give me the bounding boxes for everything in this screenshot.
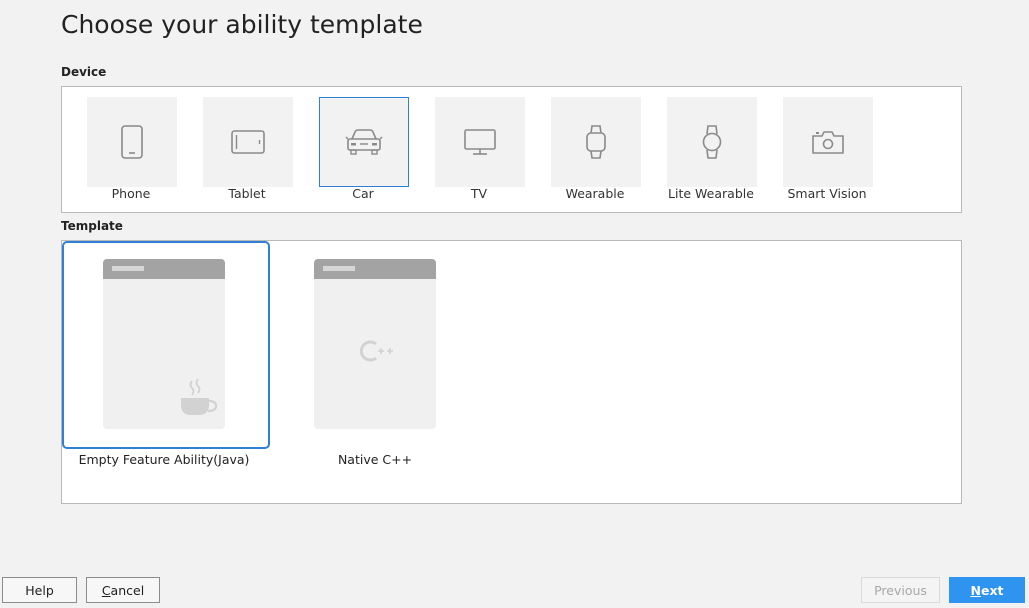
phone-icon bbox=[121, 125, 143, 159]
preview-title-bar bbox=[103, 259, 225, 279]
template-label-java: Empty Feature Ability(Java) bbox=[78, 452, 250, 467]
device-tile-tablet[interactable] bbox=[203, 97, 293, 187]
device-tile-smart-vision[interactable] bbox=[783, 97, 873, 187]
round-watch-icon bbox=[702, 125, 722, 159]
cancel-mnemonic: C bbox=[101, 582, 111, 598]
next-button-label: ext bbox=[980, 582, 1004, 598]
tv-icon bbox=[464, 129, 496, 155]
template-preview-java bbox=[103, 259, 225, 429]
page-title: Choose your ability template bbox=[61, 10, 423, 39]
device-tile-phone[interactable] bbox=[87, 97, 177, 187]
camera-icon bbox=[812, 131, 844, 154]
template-section-label: Template bbox=[61, 219, 123, 233]
smartwatch-icon bbox=[586, 125, 606, 159]
previous-button[interactable]: Previous bbox=[861, 577, 940, 603]
tablet-icon bbox=[231, 130, 265, 154]
coffee-cup-icon bbox=[181, 378, 218, 415]
cancel-button[interactable]: Cancel bbox=[86, 577, 160, 603]
help-button[interactable]: Help bbox=[2, 577, 77, 603]
car-icon bbox=[345, 129, 383, 155]
preview-title-bar bbox=[314, 259, 436, 279]
template-panel: Empty Feature Ability(Java) Native C++ bbox=[61, 240, 962, 504]
cancel-button-label: ancel bbox=[110, 582, 145, 598]
help-button-label: Help bbox=[25, 582, 54, 598]
device-label-smart-vision: Smart Vision bbox=[787, 186, 867, 201]
device-section-label: Device bbox=[61, 65, 107, 79]
template-card-java[interactable] bbox=[62, 241, 270, 449]
next-mnemonic: N bbox=[970, 582, 981, 598]
template-preview-cpp bbox=[314, 259, 436, 429]
previous-button-label: Previous bbox=[874, 582, 927, 598]
template-card-native-cpp[interactable] bbox=[273, 241, 481, 449]
device-tile-car[interactable] bbox=[319, 97, 409, 187]
next-button[interactable]: Next bbox=[949, 577, 1025, 603]
template-label-native-cpp: Native C++ bbox=[337, 452, 413, 467]
device-tile-lite-wearable[interactable] bbox=[667, 97, 757, 187]
cpp-logo-icon bbox=[359, 340, 393, 362]
device-tile-wearable[interactable] bbox=[551, 97, 641, 187]
device-panel: Phone Tablet Car TV Wearable Lite Wearab… bbox=[61, 86, 962, 213]
device-tile-tv[interactable] bbox=[435, 97, 525, 187]
